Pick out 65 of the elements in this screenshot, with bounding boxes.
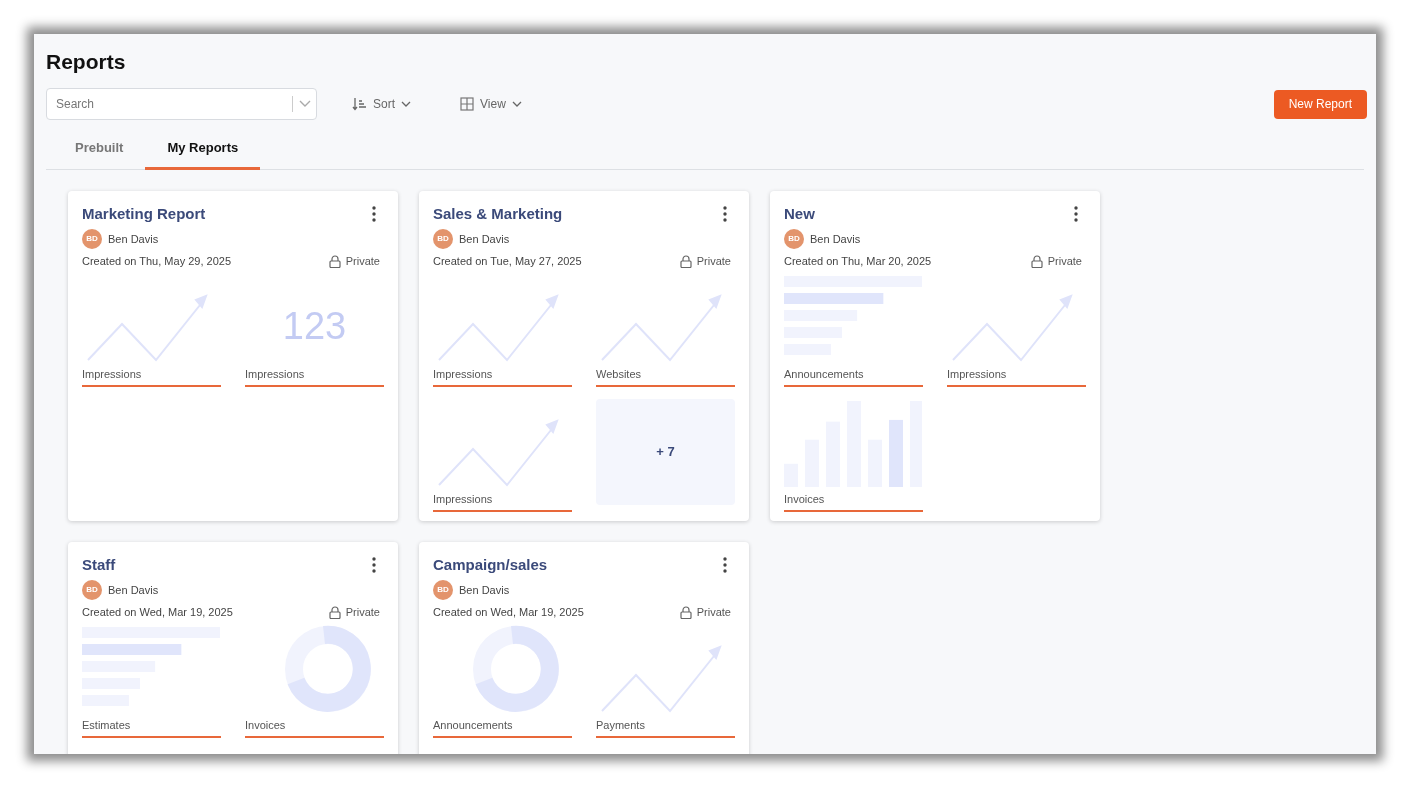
report-title: Campaign/sales bbox=[433, 554, 548, 575]
widget-label: Payments bbox=[596, 717, 646, 733]
owner-name: Ben Davis bbox=[459, 582, 510, 598]
report-card[interactable]: Campaign/sales BD Ben Davis Created on Wed, Mar 19, 2025 Private Announcements Payments bbox=[419, 541, 749, 754]
avatar: BD bbox=[433, 229, 453, 249]
tab[interactable]: My Reports bbox=[145, 133, 261, 170]
owner-name: Ben Davis bbox=[108, 582, 159, 598]
owner-name: Ben Davis bbox=[108, 231, 159, 247]
widget-label: Invoices bbox=[245, 717, 287, 733]
widget-label: Announcements bbox=[433, 717, 514, 733]
more-options-icon[interactable] bbox=[723, 205, 727, 222]
report-card[interactable]: Staff BD Ben Davis Created on Wed, Mar 19, 2025 Private Estimates Invoices bbox=[68, 541, 398, 754]
visibility-label: Private bbox=[345, 605, 380, 620]
report-card[interactable]: New BD Ben Davis Created on Thu, Mar 20, 2025 Private Announcements Impressions Invoices bbox=[770, 190, 1100, 521]
report-title: Sales & Marketing bbox=[433, 203, 563, 224]
widget-label: Impressions bbox=[433, 366, 494, 382]
created-date: Created on Wed, Mar 19, 2025 bbox=[433, 605, 584, 620]
report-title: Marketing Report bbox=[82, 203, 206, 224]
created-date: Created on Thu, May 29, 2025 bbox=[82, 254, 231, 269]
avatar: BD bbox=[82, 229, 102, 249]
widget-label: Impressions bbox=[82, 366, 143, 382]
widget-label: Invoices bbox=[784, 491, 826, 507]
created-date: Created on Tue, May 27, 2025 bbox=[433, 254, 582, 269]
created-date: Created on Thu, Mar 20, 2025 bbox=[784, 254, 932, 269]
search-field[interactable]: Search bbox=[46, 88, 317, 120]
sort-button[interactable]: Sort bbox=[352, 95, 411, 113]
widget-label: Announcements bbox=[784, 366, 865, 382]
sort-icon bbox=[352, 97, 367, 111]
more-options-icon[interactable] bbox=[723, 556, 727, 573]
widget-label: Impressions bbox=[947, 366, 1008, 382]
more-widgets-tile[interactable]: + 7 bbox=[596, 398, 735, 505]
visibility-label: Private bbox=[345, 254, 380, 269]
avatar: BD bbox=[433, 580, 453, 600]
avatar: BD bbox=[784, 229, 804, 249]
visibility-label: Private bbox=[696, 254, 731, 269]
number-value: 123 bbox=[282, 306, 347, 345]
more-options-icon[interactable] bbox=[1074, 205, 1078, 222]
widget-label: Estimates bbox=[82, 717, 132, 733]
page-title: Reports bbox=[46, 49, 127, 75]
lock-icon bbox=[679, 605, 692, 619]
chevron-down-icon bbox=[401, 101, 411, 107]
visibility-label: Private bbox=[696, 605, 731, 620]
lock-icon bbox=[679, 254, 692, 268]
owner-name: Ben Davis bbox=[810, 231, 861, 247]
chevron-down-icon bbox=[511, 101, 522, 107]
view-button[interactable]: View bbox=[460, 95, 522, 113]
more-options-icon[interactable] bbox=[372, 556, 376, 573]
tab[interactable]: Prebuilt bbox=[53, 133, 146, 170]
report-title: New bbox=[784, 203, 815, 224]
avatar: BD bbox=[82, 580, 102, 600]
grid-icon bbox=[460, 97, 474, 111]
created-date: Created on Wed, Mar 19, 2025 bbox=[82, 605, 233, 620]
widget-label: Impressions bbox=[433, 491, 494, 507]
owner-name: Ben Davis bbox=[459, 231, 510, 247]
more-options-icon[interactable] bbox=[372, 205, 376, 222]
visibility-label: Private bbox=[1047, 254, 1082, 269]
lock-icon bbox=[328, 605, 341, 619]
widget-label: Impressions bbox=[245, 366, 306, 382]
chart-column bbox=[889, 419, 903, 487]
report-card[interactable]: Marketing Report BD Ben Davis Created on Thu, May 29, 2025 Private Impressions 123 Impressions bbox=[68, 190, 398, 521]
lock-icon bbox=[1030, 254, 1043, 268]
report-title: Staff bbox=[82, 554, 116, 575]
widget-label: Websites bbox=[596, 366, 643, 382]
report-card[interactable]: Sales & Marketing BD Ben Davis Created on Tue, May 27, 2025 Private Impressions Websites Impressions + 7 bbox=[419, 190, 749, 521]
lock-icon bbox=[328, 254, 341, 268]
